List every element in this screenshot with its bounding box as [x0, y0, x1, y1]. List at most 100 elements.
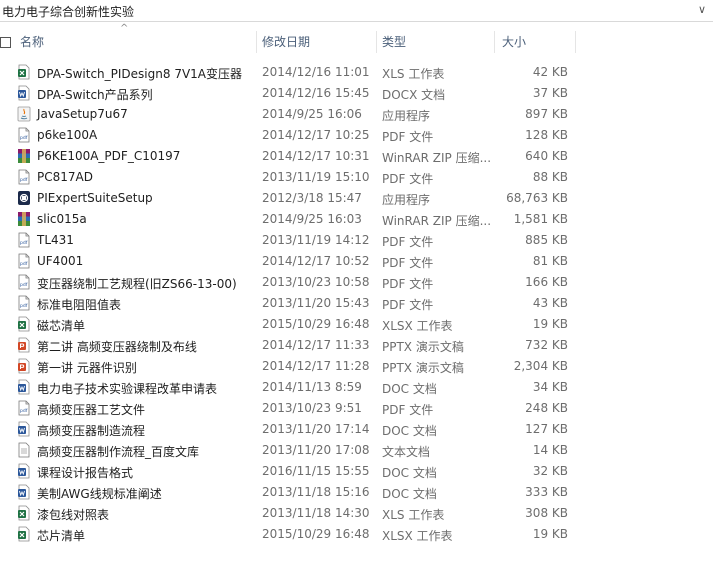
- file-size: 885 KB: [525, 233, 568, 247]
- file-type: WinRAR ZIP 压缩...: [382, 214, 492, 228]
- list-item[interactable]: pdf UF4001 2014/12/17 10:52 PDF 文件 81 KB: [0, 251, 713, 272]
- file-name: UF4001: [37, 254, 84, 268]
- file-name: 美制AWG线规标准阐述: [37, 487, 162, 501]
- svg-text:pdf: pdf: [20, 135, 28, 141]
- file-type: WinRAR ZIP 压缩...: [382, 151, 492, 165]
- pdf-icon: pdf: [17, 295, 31, 311]
- file-type: 应用程序: [382, 193, 431, 207]
- file-date: 2014/11/13 8:59: [262, 380, 362, 394]
- file-date: 2014/12/17 10:25: [262, 128, 370, 142]
- list-item[interactable]: pdf 高频变压器工艺文件 2013/10/23 9:51 PDF 文件 248 KB: [0, 398, 713, 419]
- list-item[interactable]: 高频变压器制造流程 2013/11/20 17:14 DOC 文档 127 KB: [0, 419, 713, 440]
- file-size: 248 KB: [525, 401, 568, 415]
- file-size: 19 KB: [532, 527, 568, 541]
- list-item[interactable]: DPA-Switch产品系列 2014/12/16 15:45 DOCX 文档 37 …: [0, 83, 713, 104]
- file-type: DOC 文档: [382, 487, 437, 501]
- list-item[interactable]: 第二讲 高频变压器绕制及布线 2014/12/17 11:33 PPTX 演示文稿 7…: [0, 335, 713, 356]
- winrar-icon: [17, 211, 31, 227]
- list-item[interactable]: PIExpertSuiteSetup 2012/3/18 15:47 应用程序 68,…: [0, 188, 713, 209]
- file-name: 变压器绕制工艺规程(旧ZS66-13-00): [37, 277, 237, 291]
- file-type: PDF 文件: [382, 256, 434, 270]
- file-date: 2013/11/20 15:43: [262, 296, 370, 310]
- chevron-down-icon[interactable]: ∨: [695, 2, 709, 18]
- file-size: 42 KB: [532, 65, 568, 79]
- file-name: p6ke100A: [37, 128, 98, 142]
- file-type: PPTX 演示文稿: [382, 361, 464, 375]
- file-name: P6KE100A_PDF_C10197: [37, 149, 181, 163]
- file-name: 第二讲 高频变压器绕制及布线: [37, 340, 197, 354]
- svg-text:pdf: pdf: [20, 240, 28, 246]
- word-icon: [17, 379, 31, 395]
- file-date: 2013/10/23 10:58: [262, 275, 370, 289]
- pdf-icon: pdf: [17, 169, 31, 185]
- file-type: PDF 文件: [382, 130, 434, 144]
- select-all-checkbox[interactable]: [0, 37, 11, 48]
- file-type: DOC 文档: [382, 424, 437, 438]
- column-header-type[interactable]: 类型: [382, 31, 406, 53]
- sort-ascending-icon: ^: [120, 23, 129, 34]
- list-item[interactable]: slic015a 2014/9/25 16:03 WinRAR ZIP 压缩... 1…: [0, 209, 713, 230]
- file-type: PDF 文件: [382, 277, 434, 291]
- list-item[interactable]: 美制AWG线规标准阐述 2013/11/18 15:16 DOC 文档 333 KB: [0, 482, 713, 503]
- column-header-name[interactable]: 名称: [20, 31, 44, 53]
- pdf-icon: pdf: [17, 274, 31, 290]
- list-item[interactable]: pdf 标准电阻阻值表 2013/11/20 15:43 PDF 文件 43 KB: [0, 293, 713, 314]
- column-divider[interactable]: [575, 31, 576, 53]
- list-item[interactable]: pdf p6ke100A 2014/12/17 10:25 PDF 文件 128 KB: [0, 125, 713, 146]
- powerpoint-icon: [17, 337, 31, 353]
- file-size: 81 KB: [532, 254, 568, 268]
- file-date: 2014/9/25 16:06: [262, 107, 362, 121]
- excel-icon: [17, 316, 31, 332]
- list-item[interactable]: pdf TL431 2013/11/19 14:12 PDF 文件 885 KB: [0, 230, 713, 251]
- column-divider[interactable]: [494, 31, 495, 53]
- list-item-clipped[interactable]: [0, 53, 713, 62]
- file-size: 166 KB: [525, 275, 568, 289]
- svg-text:pdf: pdf: [20, 303, 28, 309]
- file-name: DPA-Switch_PIDesign8 7V1A变压器: [37, 67, 243, 81]
- file-name: 课程设计报告格式: [37, 466, 134, 480]
- file-name: 高频变压器制造流程: [37, 424, 146, 438]
- column-header: ^ 名称 修改日期 类型 大小: [0, 23, 713, 53]
- file-date: 2012/3/18 15:47: [262, 191, 362, 205]
- file-date: 2013/11/19 14:12: [262, 233, 370, 247]
- file-size: 19 KB: [532, 317, 568, 331]
- list-item[interactable]: JavaSetup7u67 2014/9/25 16:06 应用程序 897 KB: [0, 104, 713, 125]
- file-name: slic015a: [37, 212, 87, 226]
- list-item[interactable]: 第一讲 元器件识别 2014/12/17 11:28 PPTX 演示文稿 2,304 …: [0, 356, 713, 377]
- file-date: 2014/12/17 10:52: [262, 254, 370, 268]
- column-divider[interactable]: [376, 31, 377, 53]
- list-item[interactable]: DPA-Switch_PIDesign8 7V1A变压器 2014/12/16 1…: [0, 62, 713, 83]
- file-date: 2014/12/17 11:28: [262, 359, 370, 373]
- column-header-date[interactable]: 修改日期: [262, 31, 310, 53]
- list-item[interactable]: pdf PC817AD 2013/11/19 15:10 PDF 文件 88 KB: [0, 167, 713, 188]
- list-item[interactable]: 电力电子技术实验课程改革申请表 2014/11/13 8:59 DOC 文档 34 K…: [0, 377, 713, 398]
- file-date: 2013/11/20 17:08: [262, 443, 370, 457]
- file-date: 2013/11/19 15:10: [262, 170, 370, 184]
- svg-text:pdf: pdf: [20, 408, 28, 414]
- pdf-icon: pdf: [17, 253, 31, 269]
- file-type: PDF 文件: [382, 298, 434, 312]
- column-header-size[interactable]: 大小: [502, 31, 526, 53]
- list-item[interactable]: pdf 变压器绕制工艺规程(旧ZS66-13-00) 2013/10/23 10:5…: [0, 272, 713, 293]
- column-divider[interactable]: [256, 31, 257, 53]
- list-item[interactable]: P6KE100A_PDF_C10197 2014/12/17 10:31 WinRA…: [0, 146, 713, 167]
- address-path[interactable]: 电力电子综合创新性实验: [2, 3, 134, 20]
- file-size: 43 KB: [532, 296, 568, 310]
- file-name: 磁芯清单: [37, 319, 86, 333]
- list-item[interactable]: 课程设计报告格式 2016/11/15 15:55 DOC 文档 32 KB: [0, 461, 713, 482]
- word-icon: [17, 421, 31, 437]
- list-item[interactable]: 芯片清单 2015/10/29 16:48 XLSX 工作表 19 KB: [0, 524, 713, 545]
- winrar-icon: [17, 148, 31, 164]
- list-item[interactable]: 高频变压器制作流程_百度文库 2013/11/20 17:08 文本文档 14 KB: [0, 440, 713, 461]
- file-name: 高频变压器工艺文件: [37, 403, 146, 417]
- file-type: PDF 文件: [382, 235, 434, 249]
- file-name: 第一讲 元器件识别: [37, 361, 137, 375]
- file-name: PIExpertSuiteSetup: [37, 191, 153, 205]
- list-item[interactable]: 漆包线对照表 2013/11/18 14:30 XLS 工作表 308 KB: [0, 503, 713, 524]
- file-size: 2,304 KB: [513, 359, 568, 373]
- list-item[interactable]: 磁芯清单 2015/10/29 16:48 XLSX 工作表 19 KB: [0, 314, 713, 335]
- file-date: 2016/11/15 15:55: [262, 464, 370, 478]
- excel-icon: [17, 505, 31, 521]
- address-bar[interactable]: 电力电子综合创新性实验 ∨: [0, 0, 713, 22]
- file-size: 308 KB: [525, 506, 568, 520]
